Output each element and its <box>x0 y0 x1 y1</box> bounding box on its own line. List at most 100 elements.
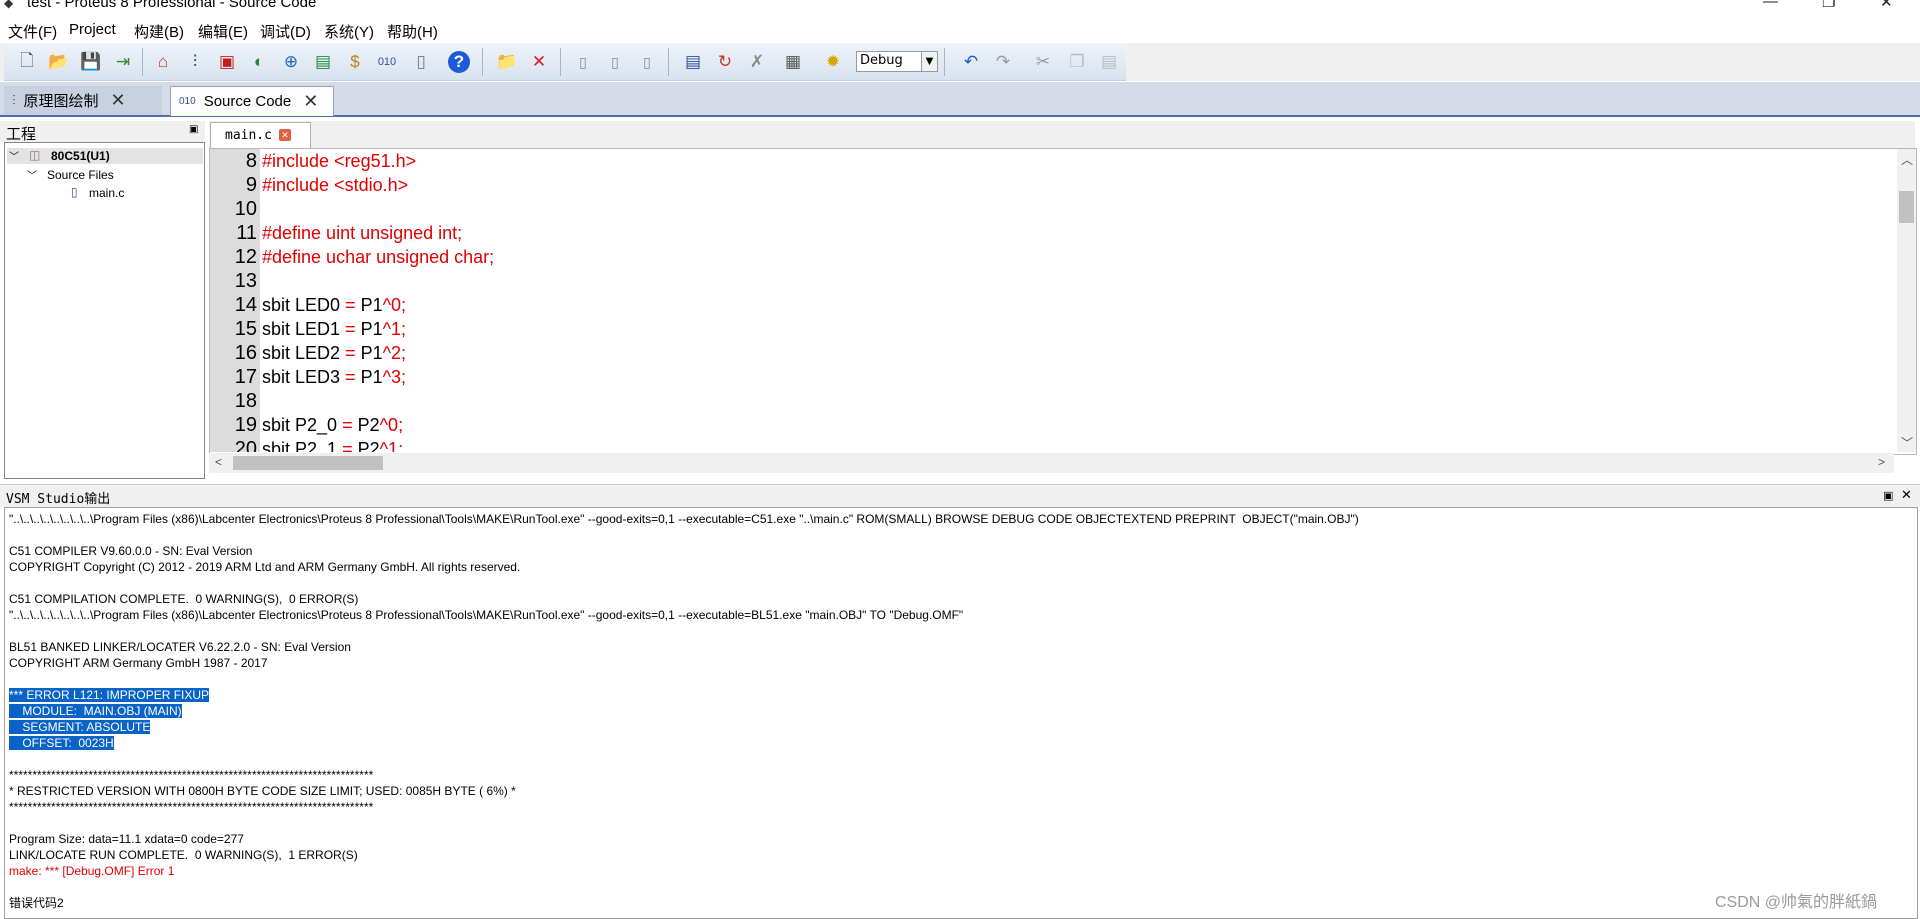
scroll-thumb[interactable] <box>1899 191 1914 223</box>
code-line[interactable]: sbit LED3 = P1^3; <box>262 365 406 389</box>
menu-build[interactable]: 构建(B) <box>134 21 184 42</box>
project-tree: ﹀ ◫ 80C51(U1) ﹀ Source Files ▯ main.c <box>4 142 205 479</box>
menu-system[interactable]: 系统(Y) <box>324 21 374 42</box>
code-area[interactable]: #include <reg51.h> #include <stdio.h> #def… <box>262 149 1856 452</box>
copy-icon[interactable]: ❐ <box>1064 49 1090 75</box>
output-text: make: *** [Debug.OMF] Error 1 <box>9 864 175 878</box>
output-line: COPYRIGHT Copyright (C) 2012 - 2019 ARM … <box>9 560 520 575</box>
save-icon[interactable]: 💾 <box>78 49 104 75</box>
maximize-icon[interactable]: ❐ <box>1822 0 1835 11</box>
scroll-thumb[interactable] <box>233 456 383 470</box>
chevron-down-icon[interactable]: ﹀ <box>27 167 37 182</box>
source-file-icon[interactable]: ▤ <box>680 49 706 75</box>
code-line[interactable]: sbit P2_0 = P2^0; <box>262 413 403 437</box>
close-icon[interactable]: ✕ <box>303 91 318 112</box>
gerber-icon[interactable]: ◐ <box>246 49 272 75</box>
bom-icon[interactable]: ▤ <box>310 49 336 75</box>
code-line[interactable]: #define uchar unsigned char; <box>262 245 494 269</box>
code-token: #include <stdio.h> <box>262 175 409 195</box>
new-file-icon[interactable]: 🗋 <box>14 49 40 75</box>
code-line[interactable]: #include <stdio.h> <box>262 173 408 197</box>
code-line[interactable]: sbit LED0 = P1^0; <box>262 293 406 317</box>
code-token: #define uint unsigned int; <box>262 223 463 243</box>
tree-item-root[interactable]: ﹀ ◫ 80C51(U1) <box>7 148 203 164</box>
redo-icon[interactable]: ↷ <box>990 49 1016 75</box>
menu-debug[interactable]: 调试(D) <box>260 21 311 42</box>
code-line[interactable]: #include <reg51.h> <box>262 149 416 173</box>
import-icon[interactable]: ⇥ <box>110 49 136 75</box>
scroll-right-icon[interactable]: > <box>1878 455 1885 469</box>
close-icon[interactable]: ✕ <box>279 129 291 141</box>
settings-gear-icon[interactable]: ✹ <box>820 49 846 75</box>
zoom-icon[interactable]: ⊕ <box>278 49 304 75</box>
menu-project[interactable]: Project <box>69 21 116 38</box>
output-text: * RESTRICTED VERSION WITH 0800H BYTE COD… <box>9 784 516 798</box>
code-line[interactable]: sbit LED1 = P1^1; <box>262 317 406 341</box>
toolbar-separator <box>560 48 561 76</box>
clean-icon[interactable]: ✗ <box>744 49 770 75</box>
code-line[interactable]: #define uint unsigned int; <box>262 221 462 245</box>
scroll-up-icon[interactable]: ︿ <box>1901 151 1913 168</box>
delete-icon[interactable]: ✕ <box>526 49 552 75</box>
home-icon[interactable]: ⌂ <box>150 49 176 75</box>
add-project-icon[interactable]: 📁 <box>494 49 520 75</box>
binary-icon[interactable]: 010 <box>374 49 400 75</box>
chevron-down-icon[interactable]: ▼ <box>921 52 937 71</box>
title-bar: ◆ test - Proteus 8 Professional - Source… <box>0 0 1920 12</box>
output-text: COPYRIGHT Copyright (C) 2012 - 2019 ARM … <box>9 560 521 574</box>
line-number: 8 <box>245 150 257 172</box>
code-token: ^3; <box>382 367 407 387</box>
output-line: C51 COMPILER V9.60.0.0 - SN: Eval Versio… <box>9 544 252 559</box>
output-text: COPYRIGHT ARM Germany GmbH 1987 - 2017 <box>9 656 268 670</box>
minimize-icon[interactable]: — <box>1763 0 1778 10</box>
page-export-icon[interactable]: ▯ <box>602 49 628 75</box>
menu-file[interactable]: 文件(F) <box>8 21 57 42</box>
output-line: SEGMENT: ABSOLUTE <box>9 720 151 735</box>
code-token: ^2; <box>382 343 407 363</box>
code-editor[interactable]: 8 9 10 11 12 13 14 15 16 17 18 19 20 #include <reg51… <box>209 148 1917 455</box>
rebuild-icon[interactable]: ↻ <box>712 49 738 75</box>
code-token: P1 <box>360 367 383 387</box>
chevron-down-icon[interactable]: ﹀ <box>9 148 19 163</box>
scroll-left-icon[interactable]: < <box>215 455 222 469</box>
build-config-select[interactable]: Debug ▼ <box>856 51 938 72</box>
project-panel-title: 工程 <box>6 126 37 143</box>
close-icon[interactable]: ✕ <box>1880 0 1893 11</box>
close-icon[interactable]: ✕ <box>1901 487 1912 503</box>
page-import-icon[interactable]: ▯ <box>634 49 660 75</box>
paste-icon[interactable]: ▤ <box>1096 49 1122 75</box>
menu-help[interactable]: 帮助(H) <box>387 21 438 42</box>
schematic-icon[interactable]: ⫶ <box>182 49 208 75</box>
output-line: ****************************************… <box>9 800 373 815</box>
code-token: = <box>340 367 361 387</box>
editor-tab-main-c[interactable]: main.c ✕ <box>210 122 311 148</box>
output-console[interactable]: "..\..\..\..\..\..\..\..\Program Files (… <box>4 507 1918 919</box>
scroll-down-icon[interactable]: ﹀ <box>1901 434 1913 451</box>
code-line[interactable]: sbit P2_1 = P2^1; <box>262 437 403 452</box>
menu-edit[interactable]: 编辑(E) <box>198 21 248 42</box>
chip-icon[interactable]: ▦ <box>780 49 806 75</box>
code-token: P1 <box>360 343 383 363</box>
code-line[interactable]: sbit LED2 = P1^2; <box>262 341 406 365</box>
output-text: OFFSET: 0023H <box>9 736 114 750</box>
help-icon[interactable]: ? <box>448 51 470 73</box>
horizontal-scrollbar[interactable]: < > <box>209 453 1894 473</box>
output-text: BL51 BANKED LINKER/LOCATER V6.22.2.0 - S… <box>9 640 351 654</box>
pcb-icon[interactable]: ▣ <box>214 49 240 75</box>
tab-schematic[interactable]: ⫶ 原理图绘制 ✕ <box>4 86 162 115</box>
code-token: P2 <box>357 415 380 435</box>
schematic-tab-icon: ⫶ <box>12 92 16 108</box>
code-token: ^1; <box>379 439 404 452</box>
vertical-scrollbar[interactable]: ︿ ﹀ <box>1897 149 1916 452</box>
close-icon[interactable]: ✕ <box>111 90 126 111</box>
undo-icon[interactable]: ↶ <box>958 49 984 75</box>
pin-icon[interactable]: ▣ <box>1883 489 1893 502</box>
page-icon[interactable]: ▯ <box>570 49 596 75</box>
pin-icon[interactable]: ▣ <box>189 124 198 135</box>
document-icon[interactable]: ▯ <box>408 49 434 75</box>
cut-icon[interactable]: ✂ <box>1030 49 1056 75</box>
line-number: 16 <box>234 342 257 364</box>
dollar-icon[interactable]: $ <box>342 49 368 75</box>
tab-source-code[interactable]: 010 Source Code ✕ <box>170 86 334 116</box>
open-folder-icon[interactable]: 📂 <box>46 49 72 75</box>
